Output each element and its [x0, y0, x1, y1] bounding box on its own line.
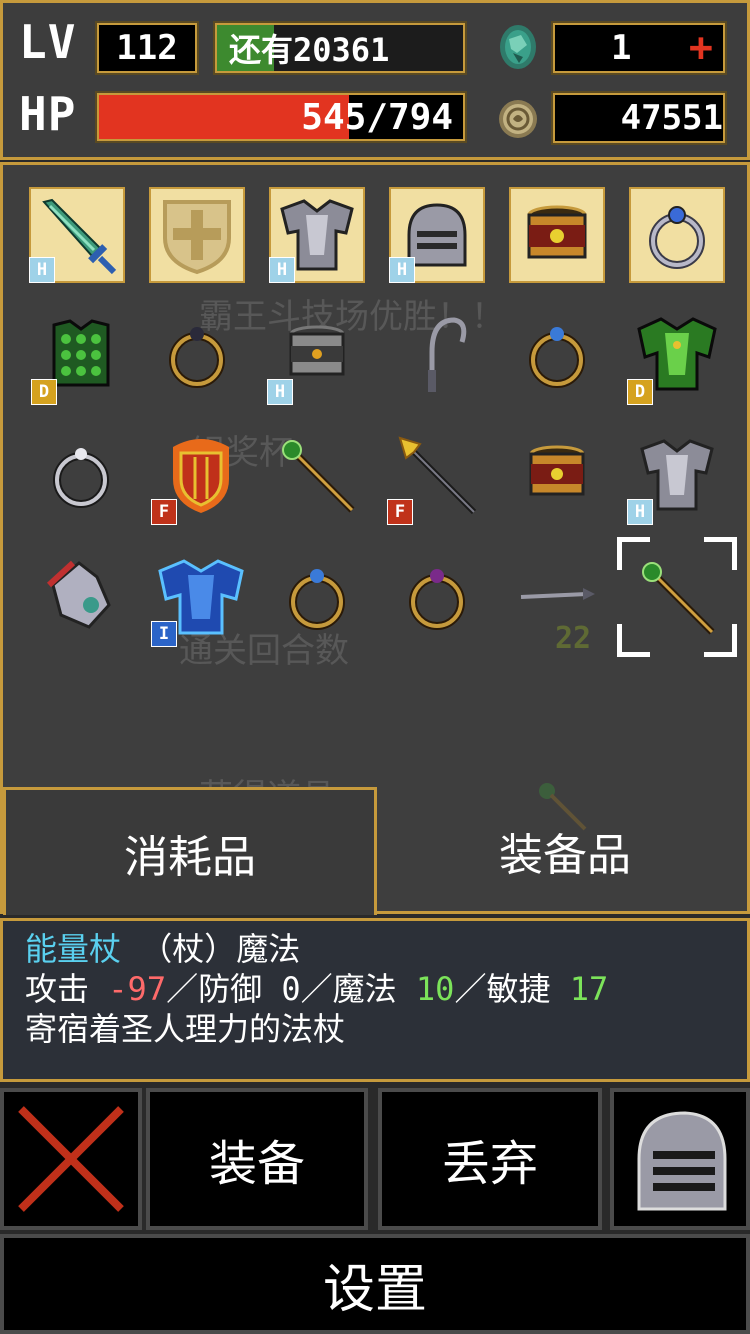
inventory-slot[interactable]: F	[151, 427, 249, 525]
defense-value: 0	[281, 970, 301, 1008]
agility-label: ／敏捷	[454, 970, 551, 1008]
inventory-slot[interactable]: H	[267, 307, 365, 405]
rank-badge: D	[31, 379, 57, 405]
status-header: LV 112 还有20361 1 + HP 545/794 47551	[0, 0, 750, 160]
inventory-slot[interactable]	[33, 549, 129, 645]
item-name: 能量杖	[25, 930, 122, 968]
rank-badge: D	[627, 379, 653, 405]
inventory-slot[interactable]: D	[31, 307, 129, 405]
equipped-armor-slot[interactable]: H	[269, 187, 365, 283]
gem-counter[interactable]: 1 +	[551, 21, 727, 75]
ring-icon	[409, 569, 465, 630]
shield-slot-icon	[163, 200, 231, 275]
gold-bracelet-icon	[529, 445, 585, 496]
gauntlet-icon	[46, 560, 111, 629]
staff-icon	[282, 440, 355, 513]
tab-equipment[interactable]: 装备品	[377, 787, 750, 915]
defense-label: ／防御	[166, 970, 263, 1008]
selection-cursor	[617, 537, 737, 657]
item-description-panel: 能量杖 （杖）魔法 攻击 -97／防御 0／魔法 10／敏捷 17 寄宿着圣人理…	[0, 918, 750, 1082]
inventory-slot[interactable]	[509, 427, 605, 523]
magic-label: ／魔法	[300, 970, 397, 1008]
gold-counter: 47551	[551, 91, 727, 145]
attack-value: -97	[108, 970, 167, 1008]
item-category: （杖）魔法	[140, 930, 301, 968]
ring-icon	[169, 327, 225, 388]
ring-icon	[289, 569, 345, 630]
inventory-slot[interactable]: F	[387, 427, 485, 525]
rank-badge: H	[29, 257, 55, 283]
inventory-slot[interactable]	[149, 307, 245, 403]
discard-button[interactable]: 丢弃	[378, 1088, 602, 1230]
equipped-shield-slot[interactable]	[149, 187, 245, 283]
helmet-icon	[637, 1111, 727, 1211]
whip-icon	[428, 317, 467, 392]
ring-icon	[649, 206, 705, 269]
inventory-slot[interactable]	[389, 307, 485, 403]
dart-icon	[520, 588, 595, 600]
bracelet-icon	[527, 205, 587, 259]
magic-value: 10	[415, 970, 455, 1008]
close-button[interactable]	[0, 1088, 142, 1230]
equipped-helmet-slot[interactable]: H	[389, 187, 485, 283]
item-title-line: 能量杖 （杖）魔法	[25, 929, 725, 969]
inventory-slot[interactable]	[33, 427, 129, 523]
ring-icon	[529, 327, 585, 388]
inventory-slot[interactable]	[269, 549, 365, 645]
hp-value: 545/794	[301, 96, 453, 138]
coin-icon	[499, 100, 537, 138]
rank-badge: H	[269, 257, 295, 283]
attack-label: 攻击	[25, 970, 90, 1008]
item-flavor-text: 寄宿着圣人理力的法杖	[25, 1010, 346, 1048]
rank-badge: F	[387, 499, 413, 525]
lv-label: LV	[19, 15, 77, 69]
settings-button[interactable]: 设置	[0, 1234, 750, 1334]
tab-consumables[interactable]: 消耗品	[3, 787, 377, 915]
item-stats-line: 攻击 -97／防御 0／魔法 10／敏捷 17	[25, 969, 725, 1009]
rank-badge: H	[267, 379, 293, 405]
gem-count: 1	[611, 28, 632, 68]
inventory-slot[interactable]: H	[627, 427, 725, 525]
rank-badge: F	[151, 499, 177, 525]
hp-bar: 545/794	[95, 91, 467, 143]
equipped-weapon-slot[interactable]: H	[29, 187, 125, 283]
rank-badge: H	[389, 257, 415, 283]
hp-label: HP	[19, 87, 77, 141]
character-button[interactable]	[610, 1088, 750, 1230]
level-box: 112	[95, 21, 199, 75]
equipped-ring-slot[interactable]	[629, 187, 725, 283]
inventory-slot[interactable]	[269, 427, 365, 523]
equip-button[interactable]: 装备	[146, 1088, 368, 1230]
inventory-slot[interactable]	[389, 549, 485, 645]
inventory-slot[interactable]	[509, 307, 605, 403]
close-icon	[18, 1106, 124, 1212]
item-count: 22	[555, 621, 592, 656]
inventory-slot[interactable]: D	[627, 307, 725, 405]
agility-value: 17	[569, 970, 609, 1008]
exp-remaining: 还有20361	[229, 31, 390, 69]
add-gems-button[interactable]: +	[689, 25, 713, 71]
inventory-panel: 霸王斗技场优胜！！ 银奖杯 通关回合数 获得道具 量杖 H H	[0, 162, 750, 915]
equipped-bracelet-slot[interactable]	[509, 187, 605, 283]
inventory-slot[interactable]: I	[151, 549, 249, 647]
rank-badge: I	[151, 621, 177, 647]
silver-ring-icon	[53, 448, 109, 508]
rank-badge: H	[627, 499, 653, 525]
exp-box: 还有20361	[213, 21, 467, 75]
gold-value: 47551	[620, 98, 723, 138]
level-value: 112	[116, 28, 178, 68]
gem-icon	[500, 25, 536, 69]
